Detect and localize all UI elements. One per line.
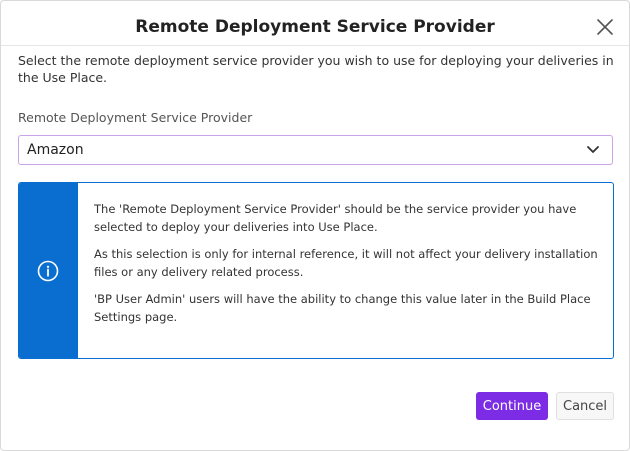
info-message-box: The 'Remote Deployment Service Provider'…: [18, 182, 614, 359]
close-button[interactable]: [595, 17, 615, 37]
provider-select[interactable]: Amazon: [18, 135, 613, 165]
cancel-button[interactable]: Cancel: [556, 392, 614, 420]
deployment-provider-dialog: Remote Deployment Service Provider Selec…: [0, 0, 630, 451]
chevron-down-icon: [587, 146, 599, 153]
info-paragraph: The 'Remote Deployment Service Provider'…: [94, 202, 577, 234]
dialog-description: Select the remote deployment service pro…: [18, 53, 614, 85]
provider-field-label: Remote Deployment Service Provider: [18, 110, 253, 125]
dialog-title: Remote Deployment Service Provider: [135, 17, 495, 37]
continue-button[interactable]: Continue: [476, 392, 548, 420]
info-strip: [19, 183, 78, 358]
close-icon: [597, 19, 613, 35]
info-text: The 'Remote Deployment Service Provider'…: [94, 201, 599, 336]
info-icon: [37, 260, 59, 282]
info-paragraph: 'BP User Admin' users will have the abil…: [94, 292, 591, 324]
header-divider: [1, 45, 629, 46]
info-paragraph: As this selection is only for internal r…: [94, 247, 598, 279]
provider-select-value: Amazon: [27, 142, 84, 158]
